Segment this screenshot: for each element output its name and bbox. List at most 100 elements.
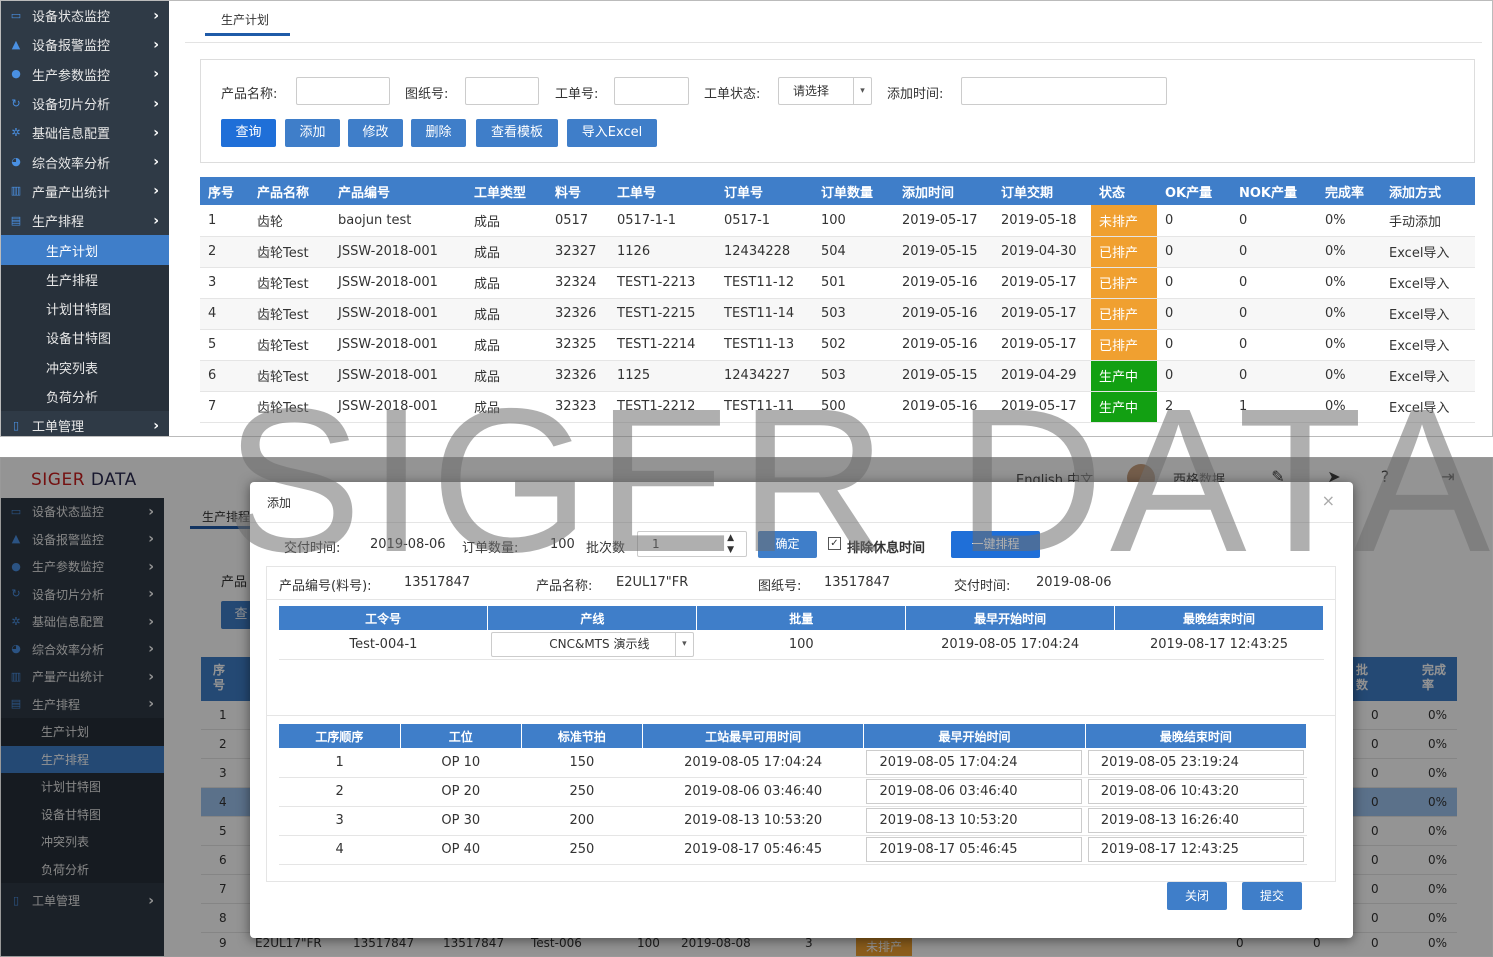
import-excel-button[interactable]: 导入Excel bbox=[567, 119, 657, 147]
table-cell: 0 bbox=[1231, 329, 1317, 361]
table-row[interactable]: 4 齿轮Test JSSW-2018-001 成品 32326 TEST1-2215 TES… bbox=[200, 298, 1475, 330]
production-line-select[interactable]: CNC&MTS 演示线 ▾ bbox=[490, 631, 694, 657]
sidebar-item-efficiency[interactable]: ◕ 综合效率分析 › bbox=[1, 147, 169, 176]
sidebar-item-output-stats[interactable]: ▥ 产量产出统计 › bbox=[1, 177, 169, 206]
confirm-button[interactable]: 确定 bbox=[758, 531, 817, 558]
table-cell: 齿轮Test bbox=[249, 298, 330, 330]
drawing-no-input[interactable] bbox=[465, 77, 539, 105]
exclude-rest-checkbox[interactable]: ✓ bbox=[828, 537, 841, 550]
edit-button[interactable]: 修改 bbox=[348, 119, 403, 147]
table-row[interactable]: 2 齿轮Test JSSW-2018-001 成品 32327 1126 12434228 5… bbox=[200, 236, 1475, 268]
column-header[interactable]: 工单类型 bbox=[466, 177, 547, 205]
table-row[interactable]: 7 齿轮Test JSSW-2018-001 成品 32323 TEST1-2212 TES… bbox=[200, 391, 1475, 423]
line-cell: CNC&MTS 演示线 ▾ bbox=[487, 630, 697, 660]
submit-button[interactable]: 提交 bbox=[1242, 882, 1302, 910]
column-header[interactable]: 完成率 bbox=[1317, 177, 1381, 205]
table-row[interactable]: 6 齿轮Test JSSW-2018-001 成品 32326 1125 12434227 5… bbox=[200, 360, 1475, 392]
column-header[interactable]: 状态 bbox=[1091, 177, 1157, 205]
sidebar-subitem-plan[interactable]: 生产计划 bbox=[1, 235, 169, 265]
table-cell: 2019-08-17 05:46:45 bbox=[863, 835, 1086, 865]
table-cell: 503 bbox=[813, 298, 894, 330]
sidebar-item-device-alarm[interactable]: ▲ 设备报警监控 › bbox=[1, 30, 169, 59]
delivery-label: 交付时间: bbox=[284, 541, 341, 556]
batch-count-stepper[interactable]: 1 ▲ ▼ bbox=[637, 531, 747, 557]
table-cell: 32326 bbox=[547, 360, 609, 392]
start-time-input[interactable]: 2019-08-13 10:53:20 bbox=[866, 808, 1083, 833]
view-template-button[interactable]: 查看模板 bbox=[476, 119, 558, 147]
table-cell: 2019-05-15 bbox=[894, 360, 993, 392]
close-icon[interactable]: × bbox=[1322, 491, 1335, 510]
start-time-input[interactable]: 2019-08-06 03:46:40 bbox=[866, 779, 1083, 804]
table-cell: 2019-05-18 bbox=[993, 205, 1091, 237]
add-button[interactable]: 添加 bbox=[285, 119, 340, 147]
table-cell: 0% bbox=[1317, 298, 1381, 330]
table-cell: 2019-08-13 10:53:20 bbox=[642, 806, 864, 836]
table-row[interactable]: 5 齿轮Test JSSW-2018-001 成品 32325 TEST1-2214 TES… bbox=[200, 329, 1475, 361]
table-cell: 3 bbox=[279, 806, 401, 836]
sidebar-subitem-load[interactable]: 负荷分析 bbox=[1, 382, 169, 411]
table-cell: 2 bbox=[200, 236, 249, 268]
table-cell: 2019-05-17 bbox=[894, 205, 993, 237]
column-header[interactable]: 订单数量 bbox=[813, 177, 894, 205]
column-header[interactable]: NOK产量 bbox=[1231, 177, 1317, 205]
sidebar-subitem-device-gantt[interactable]: 设备甘特图 bbox=[1, 323, 169, 352]
column-header[interactable]: 工单号 bbox=[609, 177, 716, 205]
delete-button[interactable]: 删除 bbox=[411, 119, 466, 147]
column-header[interactable]: 订单交期 bbox=[993, 177, 1091, 205]
column-header: 最早开始时间 bbox=[905, 606, 1116, 630]
table-cell: 0% bbox=[1317, 236, 1381, 268]
table-row[interactable]: 3 齿轮Test JSSW-2018-001 成品 32324 TEST1-2213 TES… bbox=[200, 267, 1475, 299]
end-cell: 2019-08-17 12:43:25 bbox=[1114, 630, 1324, 660]
sidebar-item-slice-analysis[interactable]: ↻ 设备切片分析 › bbox=[1, 89, 169, 118]
users-icon: ● bbox=[11, 67, 21, 81]
column-header[interactable]: 料号 bbox=[547, 177, 609, 205]
status-badge: 已排产 bbox=[1091, 236, 1157, 268]
table-cell: 0 bbox=[1231, 298, 1317, 330]
column-header[interactable]: 产品编号 bbox=[330, 177, 466, 205]
sidebar-subitem-conflicts[interactable]: 冲突列表 bbox=[1, 353, 169, 382]
sidebar-subitem-schedule[interactable]: 生产排程 bbox=[1, 265, 169, 294]
one-click-schedule-button[interactable]: 一键排程 bbox=[951, 531, 1040, 558]
sidebar-item-work-order[interactable]: ▯ 工单管理 › bbox=[1, 411, 169, 436]
table-cell: 0 bbox=[1157, 329, 1231, 361]
work-order-input[interactable] bbox=[614, 77, 689, 105]
table-cell: 1 bbox=[1231, 391, 1317, 423]
column-header[interactable]: OK产量 bbox=[1157, 177, 1231, 205]
column-header[interactable]: 序号 bbox=[200, 177, 249, 205]
table-cell: 2019-08-13 10:53:20 bbox=[863, 806, 1086, 836]
end-time-input[interactable]: 2019-08-05 23:19:24 bbox=[1087, 749, 1304, 775]
tab-production-plan[interactable]: 生产计划 bbox=[203, 11, 285, 28]
stepper-arrows-icon[interactable]: ▲ ▼ bbox=[727, 532, 734, 556]
end-time-input[interactable]: 2019-08-17 12:43:25 bbox=[1087, 837, 1304, 862]
start-time-input[interactable]: 2019-08-05 17:04:24 bbox=[866, 749, 1083, 775]
table-cell: JSSW-2018-001 bbox=[330, 298, 466, 330]
end-time-input[interactable]: 2019-08-06 10:43:20 bbox=[1087, 779, 1304, 804]
table-cell: 2019-08-05 17:04:24 bbox=[863, 748, 1086, 778]
start-time-input[interactable]: 2019-08-17 05:46:45 bbox=[866, 837, 1083, 862]
sidebar-item-scheduling[interactable]: ▤ 生产排程 › bbox=[1, 206, 169, 235]
add-time-input[interactable] bbox=[961, 77, 1167, 105]
work-order-table: 工令号 产线 批量 最早开始时间 最晚结束时间 Test-004-1 CNC&MTS 演… bbox=[279, 606, 1324, 660]
table-cell: 齿轮Test bbox=[249, 236, 330, 268]
column-header: 工站最早可用时间 bbox=[642, 724, 865, 748]
sidebar-item-device-status[interactable]: ▭ 设备状态监控 › bbox=[1, 1, 169, 30]
column-header[interactable]: 添加时间 bbox=[894, 177, 993, 205]
status-select[interactable]: 请选择 ▾ bbox=[778, 77, 872, 105]
status-badge: 已排产 bbox=[1091, 329, 1157, 361]
query-button[interactable]: 查询 bbox=[221, 119, 276, 147]
column-header[interactable]: 产品名称 bbox=[249, 177, 330, 205]
table-cell: 2019-05-16 bbox=[894, 298, 993, 330]
table-cell: JSSW-2018-001 bbox=[330, 391, 466, 423]
table-cell: 250 bbox=[521, 777, 643, 807]
sidebar-subitem-plan-gantt[interactable]: 计划甘特图 bbox=[1, 294, 169, 323]
end-time-input[interactable]: 2019-08-13 16:26:40 bbox=[1087, 808, 1304, 833]
product-name-input[interactable] bbox=[296, 77, 390, 105]
close-button[interactable]: 关闭 bbox=[1167, 882, 1227, 910]
table-cell: TEST1-2213 bbox=[609, 267, 716, 299]
sidebar-item-param-monitor[interactable]: ● 生产参数监控 › bbox=[1, 60, 169, 89]
sidebar-item-basic-config[interactable]: ✲ 基础信息配置 › bbox=[1, 118, 169, 147]
column-header[interactable]: 订单号 bbox=[716, 177, 813, 205]
column-header[interactable]: 添加方式 bbox=[1381, 177, 1475, 205]
info-divider-2 bbox=[267, 715, 1335, 716]
table-row[interactable]: 1 齿轮 baojun test 成品 0517 0517-1-1 0517-1 100 201… bbox=[200, 205, 1475, 237]
